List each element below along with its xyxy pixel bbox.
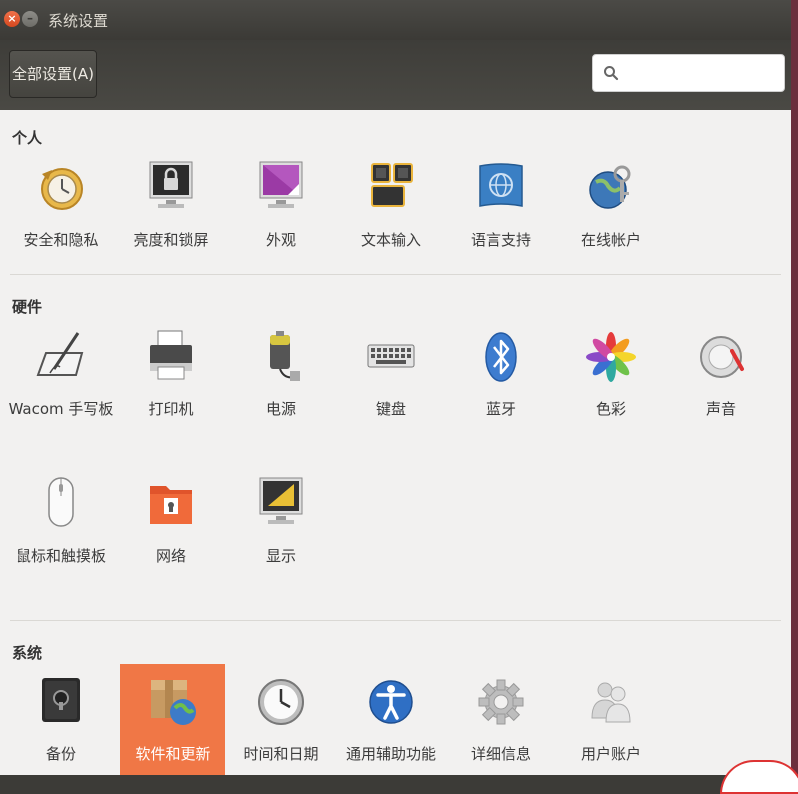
settings-item-label: 外观 [265, 231, 296, 249]
settings-item-label: 语言支持 [470, 231, 531, 249]
section-divider [10, 620, 781, 621]
network-icon [150, 486, 192, 524]
appearance-icon [259, 161, 303, 208]
wacom-tablet-icon [36, 332, 84, 376]
text-entry-icon [371, 163, 413, 207]
power-icon [270, 331, 300, 381]
settings-item-brightness-lock[interactable]: 亮度和锁屏 [118, 160, 224, 270]
settings-item-label: 电源 [265, 400, 296, 418]
close-window-button[interactable]: × [4, 11, 20, 27]
title-bar: × – 系统设置 [0, 0, 791, 40]
settings-item-display[interactable]: 显示 [228, 476, 334, 586]
search-box[interactable] [592, 54, 785, 92]
settings-item-accessibility[interactable]: 通用辅助功能 [338, 674, 444, 775]
settings-item-language[interactable]: 语言支持 [448, 160, 554, 270]
settings-item-mouse-touchpad[interactable]: 鼠标和触摸板 [8, 476, 114, 586]
settings-item-details[interactable]: 详细信息 [448, 674, 554, 775]
keyboard-icon [367, 344, 415, 368]
settings-item-label: 鼠标和触摸板 [15, 547, 106, 565]
settings-item-label: 声音 [705, 400, 736, 418]
accessibility-icon [369, 680, 413, 724]
bluetooth-icon [485, 332, 517, 382]
minimize-window-button[interactable]: – [22, 11, 38, 27]
online-accounts-icon [589, 165, 631, 209]
details-icon [478, 679, 524, 725]
software-updates-icon [151, 680, 196, 725]
settings-item-label: 详细信息 [470, 745, 531, 763]
settings-item-label: 蓝牙 [485, 400, 516, 418]
settings-item-label: 备份 [45, 745, 76, 763]
sound-icon [700, 336, 744, 378]
settings-item-wacom-tablet[interactable]: Wacom 手写板 [8, 329, 114, 453]
section-title-hardware: 硬件 [12, 298, 43, 316]
settings-item-label: 显示 [265, 547, 296, 565]
settings-item-backup[interactable]: 备份 [8, 674, 114, 775]
language-icon [479, 163, 523, 207]
settings-item-label: 文本输入 [360, 231, 421, 249]
settings-item-keyboard[interactable]: 键盘 [338, 329, 444, 439]
lock-screen-icon [149, 161, 193, 208]
privacy-icon [41, 168, 83, 210]
settings-item-label: Wacom 手写板 [8, 400, 114, 418]
settings-item-printer[interactable]: 打印机 [118, 329, 224, 439]
search-input[interactable] [627, 61, 781, 87]
settings-item-label: 色彩 [595, 400, 626, 418]
settings-item-privacy[interactable]: 安全和隐私 [8, 160, 114, 270]
mouse-icon [48, 477, 74, 527]
clock-icon [258, 679, 304, 725]
settings-item-user-accounts[interactable]: 用户账户 [558, 674, 664, 775]
settings-item-network[interactable]: 网络 [118, 476, 224, 586]
background-desktop-edge [791, 0, 798, 775]
settings-item-label: 时间和日期 [243, 745, 319, 763]
settings-item-label: 亮度和锁屏 [133, 231, 209, 249]
settings-item-sound[interactable]: 声音 [668, 329, 774, 439]
window-title: 系统设置 [48, 12, 109, 30]
settings-item-text-entry[interactable]: 文本输入 [338, 160, 444, 270]
section-divider [10, 274, 781, 275]
settings-item-software-updates[interactable]: 软件和更新 [120, 664, 225, 775]
toolbar: 全部设置(A) [0, 40, 791, 110]
settings-item-label: 键盘 [375, 400, 406, 418]
settings-item-label: 安全和隐私 [23, 231, 99, 249]
section-title-system: 系统 [12, 644, 43, 662]
settings-item-color[interactable]: 色彩 [558, 329, 664, 439]
settings-item-power[interactable]: 电源 [228, 329, 334, 439]
printer-icon [150, 330, 192, 380]
settings-item-date-time[interactable]: 时间和日期 [228, 674, 334, 775]
settings-item-label: 软件和更新 [135, 745, 211, 763]
all-settings-button[interactable]: 全部设置(A) [9, 50, 97, 98]
color-icon [586, 332, 636, 382]
settings-item-bluetooth[interactable]: 蓝牙 [448, 329, 554, 439]
settings-item-label: 网络 [155, 547, 186, 565]
display-icon [259, 477, 303, 524]
settings-item-appearance[interactable]: 外观 [228, 160, 334, 270]
settings-item-label: 通用辅助功能 [345, 745, 436, 763]
settings-item-label: 打印机 [148, 400, 194, 418]
settings-item-online-accounts[interactable]: 在线帐户 [558, 160, 664, 270]
settings-item-label: 在线帐户 [580, 231, 641, 249]
settings-item-label: 用户账户 [580, 745, 641, 763]
section-title-personal: 个人 [12, 129, 43, 147]
user-accounts-icon [591, 682, 631, 723]
system-settings-window: × – 系统设置 全部设置(A) 个人 安全和隐私 亮度和锁屏 外观 文本输入 … [0, 0, 791, 775]
backup-icon [42, 678, 80, 722]
search-icon [604, 66, 619, 81]
